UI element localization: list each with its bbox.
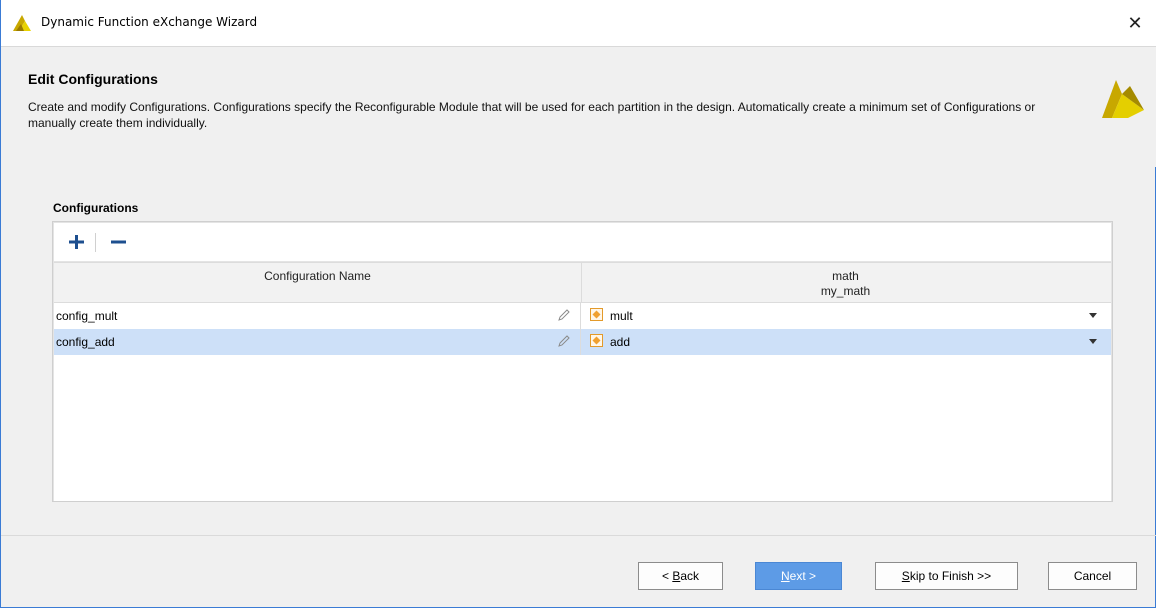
- page-title: Edit Configurations: [28, 71, 158, 87]
- header-panel: Edit Configurations Create and modify Co…: [1, 47, 1156, 167]
- next-button-label: ext >: [789, 569, 817, 583]
- window-title: Dynamic Function eXchange Wizard: [41, 15, 258, 29]
- module-select[interactable]: mult: [582, 303, 1111, 329]
- column-header-math[interactable]: math my_math: [582, 263, 1109, 302]
- vivado-logo-icon: [13, 15, 31, 31]
- plus-icon[interactable]: [65, 232, 87, 252]
- configuration-name: config_mult: [56, 309, 118, 323]
- chevron-down-icon[interactable]: [1089, 313, 1097, 318]
- next-button[interactable]: Next >: [755, 562, 842, 590]
- configurations-table: Configuration Name math my_math config_m…: [54, 262, 1111, 501]
- table-header: Configuration Name math my_math: [54, 263, 1111, 303]
- skip-to-finish-button[interactable]: Skip to Finish >>: [875, 562, 1018, 590]
- column-header-sublabel: my_math: [820, 284, 871, 298]
- configuration-name: config_add: [56, 335, 115, 349]
- module-icon: [590, 334, 603, 347]
- skip-button-label: kip to Finish >>: [909, 569, 992, 583]
- module-value: add: [610, 335, 631, 349]
- page-description: Create and modify Configurations. Config…: [28, 100, 1036, 130]
- configuration-name-cell[interactable]: config_mult: [54, 303, 581, 329]
- column-header-label: Configuration Name: [264, 269, 371, 283]
- skip-button-mnemonic: S: [901, 569, 910, 583]
- wizard-window: Dynamic Function eXchange Wizard ✕ Edit …: [0, 0, 1156, 608]
- back-button[interactable]: < Back: [638, 562, 723, 590]
- configuration-name-cell[interactable]: config_add: [54, 329, 581, 355]
- close-icon[interactable]: ✕: [1122, 10, 1148, 36]
- title-bar: Dynamic Function eXchange Wizard ✕: [1, 0, 1156, 47]
- vivado-logo-icon: [1102, 80, 1144, 118]
- toolbar-divider: [95, 233, 96, 252]
- chevron-down-icon[interactable]: [1089, 339, 1097, 344]
- column-header-label: math: [832, 269, 859, 283]
- table-row[interactable]: config_add add: [54, 329, 1111, 355]
- configurations-toolbar: [54, 223, 1111, 261]
- module-value: mult: [610, 309, 633, 323]
- table-row[interactable]: config_mult mult: [54, 303, 1111, 329]
- back-button-label: ack: [680, 569, 700, 583]
- minus-icon[interactable]: [107, 232, 129, 252]
- back-button-prefix: <: [661, 569, 673, 583]
- footer-divider: [1, 535, 1156, 536]
- module-select[interactable]: add: [582, 329, 1111, 355]
- pencil-icon[interactable]: [557, 334, 571, 348]
- module-icon: [590, 308, 603, 321]
- cancel-button[interactable]: Cancel: [1048, 562, 1137, 590]
- column-header-configuration-name[interactable]: Configuration Name: [54, 263, 582, 302]
- next-button-mnemonic: N: [780, 569, 790, 583]
- pencil-icon[interactable]: [557, 308, 571, 322]
- configurations-label: Configurations: [53, 201, 139, 215]
